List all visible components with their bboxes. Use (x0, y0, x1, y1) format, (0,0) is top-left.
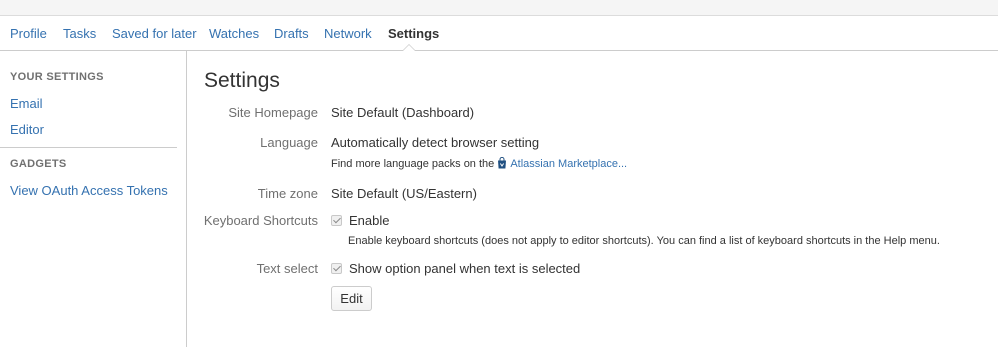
tab-drafts[interactable]: Drafts (274, 26, 309, 41)
tab-settings[interactable]: Settings (388, 26, 439, 41)
text-select-checkbox-label: Show option panel when text is selected (349, 261, 581, 276)
sidebar-divider (0, 147, 177, 148)
shopping-bag-icon (497, 156, 507, 169)
site-homepage-value: Site Default (Dashboard) (331, 105, 475, 120)
sidebar-item-email[interactable]: Email (10, 96, 43, 111)
time-zone-value: Site Default (US/Eastern) (331, 186, 477, 201)
active-tab-caret (402, 44, 416, 51)
time-zone-label: Time zone (257, 186, 318, 201)
tab-network[interactable]: Network (324, 26, 372, 41)
page-title: Settings (204, 69, 280, 92)
gadgets-heading: GADGETS (10, 158, 67, 170)
language-help-text: Find more language packs on the (331, 158, 495, 170)
keyboard-shortcuts-checkbox-label: Enable (349, 213, 390, 228)
language-value: Automatically detect browser setting (331, 135, 540, 150)
site-homepage-label: Site Homepage (228, 105, 318, 120)
language-help: Find more language packs on the Atlassia… (331, 156, 627, 170)
tab-profile[interactable]: Profile (10, 26, 47, 41)
sidebar-item-oauth-tokens[interactable]: View OAuth Access Tokens (10, 183, 168, 198)
tab-tasks[interactable]: Tasks (63, 26, 96, 41)
keyboard-shortcuts-checkbox[interactable] (331, 215, 342, 226)
tab-watches[interactable]: Watches (209, 26, 259, 41)
tab-saved-for-later[interactable]: Saved for later (112, 26, 197, 41)
edit-button[interactable]: Edit (331, 286, 372, 311)
sidebar-item-editor[interactable]: Editor (10, 122, 44, 137)
text-select-option: Show option panel when text is selected (331, 261, 580, 276)
text-select-checkbox[interactable] (331, 263, 342, 274)
keyboard-shortcuts-option: Enable (331, 213, 389, 228)
profile-tabs: Profile Tasks Saved for later Watches Dr… (0, 17, 998, 51)
language-label: Language (260, 135, 318, 150)
keyboard-shortcuts-help: Enable keyboard shortcuts (does not appl… (348, 235, 940, 247)
settings-sidebar: YOUR SETTINGS Email Editor GADGETS View … (0, 51, 187, 347)
text-select-label: Text select (256, 261, 318, 276)
atlassian-marketplace-link[interactable]: Atlassian Marketplace... (510, 158, 627, 170)
keyboard-shortcuts-label: Keyboard Shortcuts (203, 213, 318, 228)
settings-main: Settings Site Homepage Site Default (Das… (188, 51, 998, 347)
your-settings-heading: YOUR SETTINGS (10, 71, 104, 83)
top-bar (0, 0, 998, 16)
